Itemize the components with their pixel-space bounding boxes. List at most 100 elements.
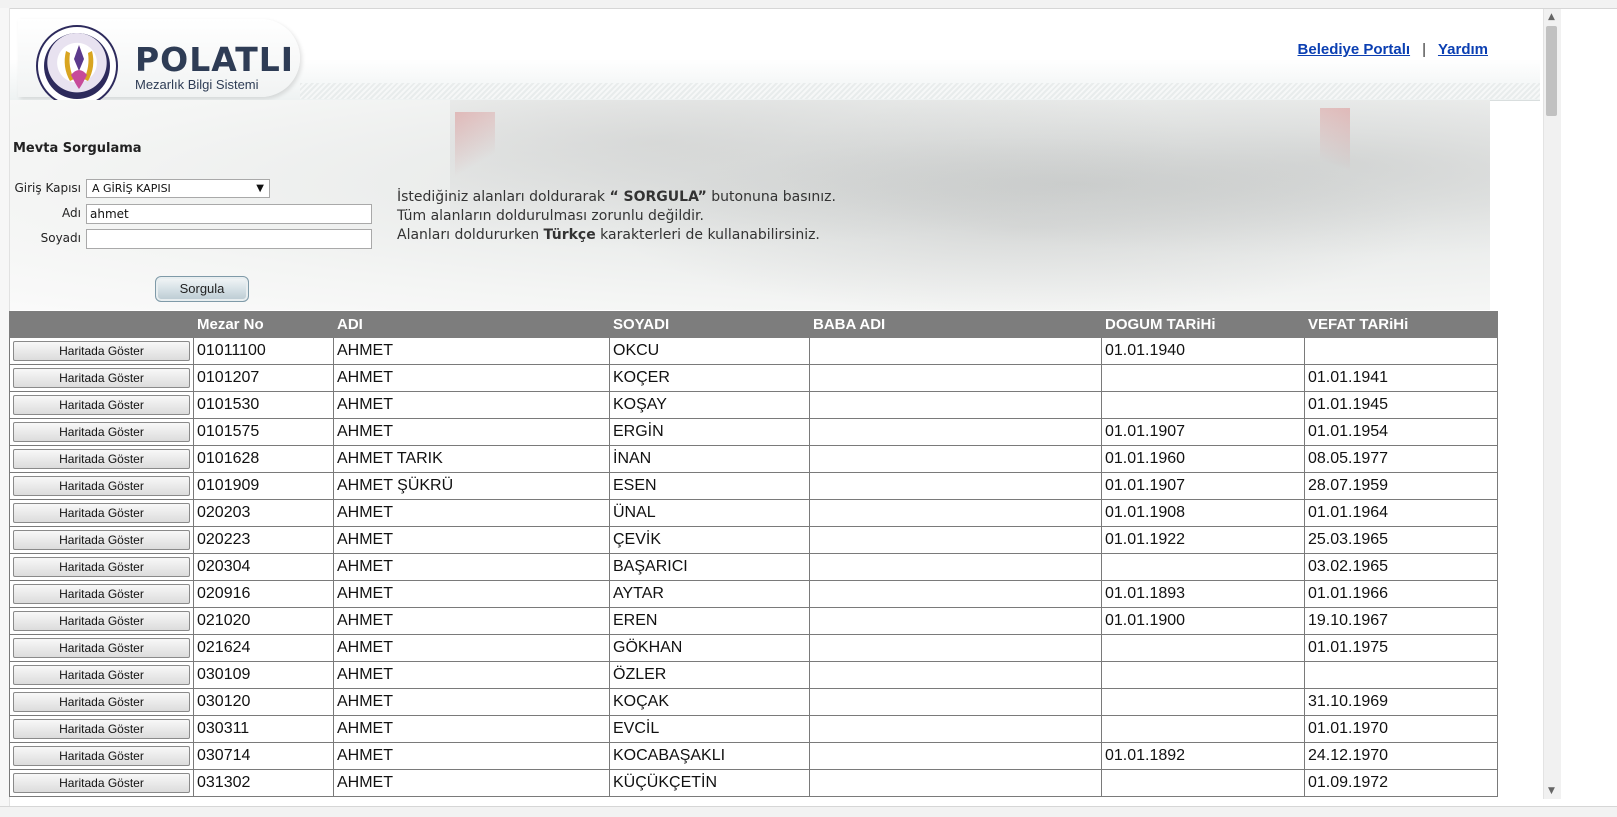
scroll-up-icon[interactable]: ▲ [1543,9,1560,25]
haritada-goster-button[interactable]: Haritada Göster [13,719,190,739]
haritada-goster-button[interactable]: Haritada Göster [13,665,190,685]
name-input[interactable]: ahmet [86,204,372,224]
column-header-dogum-tarihi: DOGUM TARiHi [1101,311,1305,338]
table-row: Haritada Göster 021020 AHMET EREN 01.01.1900… [9,607,1498,635]
surname-cell: ÇEVİK [609,526,810,554]
yardim-link[interactable]: Yardım [1438,41,1488,58]
table-row: Haritada Göster 01011100 AHMET OKCU 01.01.19… [9,337,1498,365]
haritada-goster-button[interactable]: Haritada Göster [13,557,190,577]
death-date-cell: 01.01.1941 [1304,364,1498,392]
top-links: Belediye Portalı | Yardım [1298,41,1488,58]
name-cell: AHMET [333,742,610,770]
haritada-goster-button[interactable]: Haritada Göster [13,422,190,442]
map-button-cell: Haritada Göster [9,715,194,743]
map-button-cell: Haritada Göster [9,688,194,716]
father-name-cell [809,715,1102,743]
table-row: Haritada Göster 0101530 AHMET KOŞAY 01.01.19… [9,391,1498,419]
father-name-cell [809,472,1102,500]
column-header-vefat-tarihi: VEFAT TARiHi [1304,311,1498,338]
birth-date-cell: 01.01.1907 [1101,472,1305,500]
haritada-goster-button[interactable]: Haritada Göster [13,341,190,361]
map-button-cell: Haritada Göster [9,499,194,527]
column-header-soyadi: SOYADI [609,311,810,338]
grave-no-cell: 021020 [193,607,334,635]
table-header-row: Mezar No ADI SOYADI BABA ADI DOGUM TARiH… [9,311,1498,338]
death-date-cell: 01.01.1970 [1304,715,1498,743]
column-header-baba-adi: BABA ADI [809,311,1102,338]
surname-cell: KOÇAK [609,688,810,716]
death-date-cell [1304,661,1498,689]
death-date-cell: 03.02.1965 [1304,553,1498,581]
grave-no-cell: 030714 [193,742,334,770]
haritada-goster-button[interactable]: Haritada Göster [13,395,190,415]
sorgula-button[interactable]: Sorgula [155,276,249,302]
browser-frame-bottom [0,806,1617,817]
surname-cell: KOŞAY [609,391,810,419]
grave-no-cell: 030311 [193,715,334,743]
surname-cell: OKCU [609,337,810,365]
chevron-down-icon: ▼ [256,183,264,194]
birth-date-cell [1101,661,1305,689]
gate-select-value: A GİRİŞ KAPISI [92,182,171,195]
surname-input[interactable] [86,229,372,249]
haritada-goster-button[interactable]: Haritada Göster [13,503,190,523]
grave-no-cell: 0101530 [193,391,334,419]
gate-label: Giriş Kapısı [14,181,81,195]
death-date-cell: 08.05.1977 [1304,445,1498,473]
name-cell: AHMET [333,715,610,743]
grave-no-cell: 0101628 [193,445,334,473]
surname-cell: EVCİL [609,715,810,743]
haritada-goster-button[interactable]: Haritada Göster [13,638,190,658]
logo-panel[interactable]: POLATLI Mezarlık Bilgi Sistemi [18,19,300,107]
haritada-goster-button[interactable]: Haritada Göster [13,584,190,604]
instruction-line-2: Tüm alanların doldurulması zorunlu değil… [397,208,704,224]
haritada-goster-button[interactable]: Haritada Göster [13,746,190,766]
instruction-line-1: İstediğiniz alanları doldurarak “ SORGUL… [397,189,836,205]
name-cell: AHMET [333,391,610,419]
name-cell: AHMET [333,769,610,797]
column-header-mezar-no: Mezar No [193,311,334,338]
haritada-goster-button[interactable]: Haritada Göster [13,530,190,550]
surname-cell: ÖZLER [609,661,810,689]
surname-cell: ÜNAL [609,499,810,527]
surname-cell: ESEN [609,472,810,500]
birth-date-cell [1101,391,1305,419]
map-button-cell: Haritada Göster [9,526,194,554]
vertical-scrollbar[interactable] [1543,9,1561,799]
death-date-cell: 24.12.1970 [1304,742,1498,770]
haritada-goster-button[interactable]: Haritada Göster [13,476,190,496]
haritada-goster-button[interactable]: Haritada Göster [13,449,190,469]
column-header-adi: ADI [333,311,610,338]
name-cell: AHMET [333,607,610,635]
background-flag-left [455,112,495,182]
map-button-cell: Haritada Göster [9,364,194,392]
haritada-goster-button[interactable]: Haritada Göster [13,692,190,712]
map-button-cell: Haritada Göster [9,661,194,689]
table-row: Haritada Göster 030714 AHMET KOCABAŞAKLI 01.… [9,742,1498,770]
grave-no-cell: 030109 [193,661,334,689]
surname-cell: EREN [609,607,810,635]
death-date-cell: 31.10.1969 [1304,688,1498,716]
father-name-cell [809,688,1102,716]
name-cell: AHMET [333,337,610,365]
haritada-goster-button[interactable]: Haritada Göster [13,773,190,793]
belediye-portali-link[interactable]: Belediye Portalı [1298,41,1411,58]
map-button-cell: Haritada Göster [9,553,194,581]
gate-select[interactable]: A GİRİŞ KAPISI ▼ [86,179,270,198]
table-row: Haritada Göster 0101575 AHMET ERGİN 01.01.19… [9,418,1498,446]
death-date-cell: 28.07.1959 [1304,472,1498,500]
browser-frame-top [0,0,1617,9]
table-row: Haritada Göster 030120 AHMET KOÇAK 31.10.196… [9,688,1498,716]
grave-no-cell: 020916 [193,580,334,608]
scroll-down-icon[interactable]: ▼ [1543,783,1560,799]
grave-no-cell: 01011100 [193,337,334,365]
name-cell: AHMET ŞÜKRÜ [333,472,610,500]
search-panel: Mevta Sorgulama Giriş Kapısı A GİRİŞ KAP… [10,100,1490,310]
grave-no-cell: 021624 [193,634,334,662]
scrollbar-thumb[interactable] [1546,26,1557,116]
surname-cell: GÖKHAN [609,634,810,662]
name-cell: AHMET [333,499,610,527]
name-cell: AHMET [333,526,610,554]
haritada-goster-button[interactable]: Haritada Göster [13,368,190,388]
haritada-goster-button[interactable]: Haritada Göster [13,611,190,631]
